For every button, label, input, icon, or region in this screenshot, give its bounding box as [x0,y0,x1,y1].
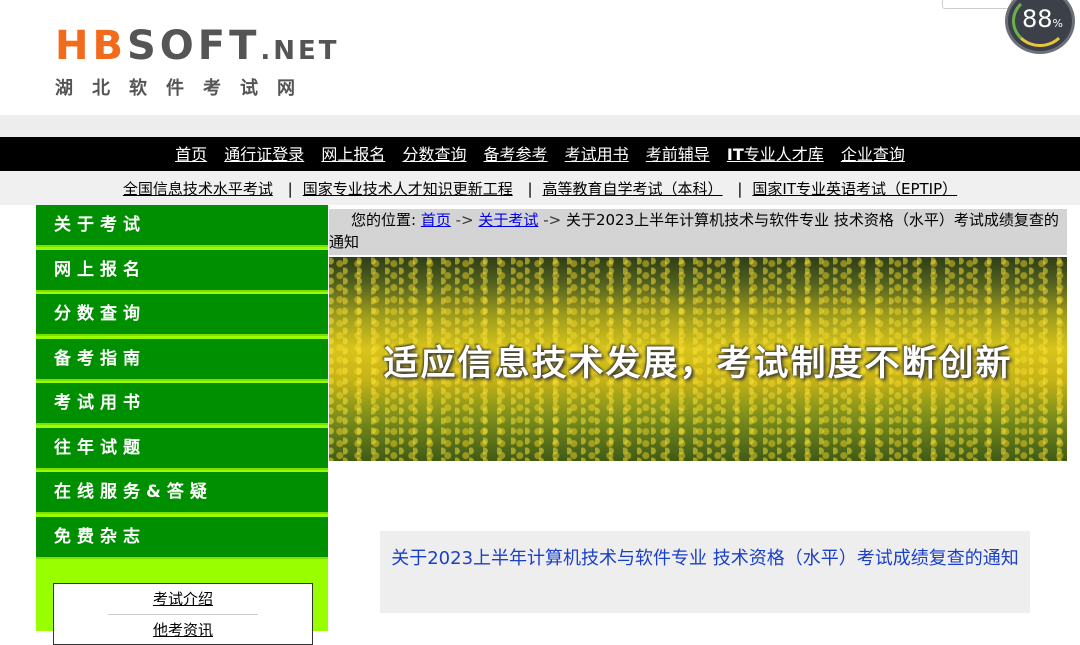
speed-unit: % [1052,17,1063,30]
subnav-separator: | [527,180,533,198]
sidebar-item-guide[interactable]: 备考指南 [36,338,328,381]
subnav-self-study[interactable]: 高等教育自学考试（本科） [543,180,723,198]
nav-login[interactable]: 通行证登录 [224,145,304,164]
nav-register[interactable]: 网上报名 [321,145,385,164]
article-title: 关于2023上半年计算机技术与软件专业 技术资格（水平）考试成绩复查的通知 [380,531,1030,613]
sidebar-item-magazine[interactable]: 免费杂志 [36,516,328,559]
subnav-knowledge-update[interactable]: 国家专业技术人才知识更新工程 [303,180,513,198]
breadcrumb-prefix: 您的位置: [351,211,417,229]
speed-number: 88 [1022,5,1053,33]
sidebar-item-scores[interactable]: 分数查询 [36,294,328,336]
nav-talent-pool-bold: IT [726,145,744,164]
nav-talent-pool[interactable]: IT专业人才库 [727,145,824,164]
sidebar-item-books[interactable]: 考试用书 [36,383,328,425]
site-logo[interactable]: HBSOFT.NET 湖北软件考试网 [55,25,340,100]
sidebar-link-exam-intro[interactable]: 考试介绍 [54,584,312,614]
sidebar-item-past-papers[interactable]: 往年试题 [36,427,328,470]
corner-box [942,0,1012,9]
nav-prep[interactable]: 备考参考 [484,145,548,164]
sidebar: 关于考试 网上报名 分数查询 备考指南 考试用书 往年试题 在线服务&答疑 免费… [36,205,328,645]
logo-subtitle: 湖北软件考试网 [55,78,314,99]
breadcrumb: 您的位置: 首页 -> 关于考试 -> 关于2023上半年计算机技术与软件专业 … [329,209,1067,255]
logo-soft-text: SOFT [126,23,261,69]
sidebar-link-news[interactable]: 他考资讯 [54,615,312,645]
sidebar-item-about[interactable]: 关于考试 [36,205,328,247]
nav-scores[interactable]: 分数查询 [402,145,466,164]
subnav-separator: | [737,180,743,198]
subnav-it-level-exam[interactable]: 全国信息技术水平考试 [123,180,273,198]
sidebar-item-service[interactable]: 在线服务&答疑 [36,472,328,514]
logo-net-text: .NET [260,36,340,66]
subnav-eptip[interactable]: 国家IT专业英语考试（EPTIP） [752,180,957,198]
sub-nav: 全国信息技术水平考试 | 国家专业技术人才知识更新工程 | 高等教育自学考试（本科）… [0,171,1080,205]
subnav-separator: | [287,180,293,198]
nav-home[interactable]: 首页 [175,145,207,164]
sidebar-link-box: 考试介绍 他考资讯 [53,583,313,645]
nav-books[interactable]: 考试用书 [565,145,629,164]
logo-wordmark: HBSOFT.NET [55,25,340,72]
site-header: HBSOFT.NET 湖北软件考试网 [0,0,1080,115]
speed-value: 88% [1022,5,1063,33]
nav-talent-pool-label: 专业人才库 [743,145,824,164]
nav-tutoring[interactable]: 考前辅导 [646,145,710,164]
main-nav: 首页 通行证登录 网上报名 分数查询 备考参考 考试用书 考前辅导 IT专业人才… [0,137,1080,171]
breadcrumb-arrow: -> [543,211,562,229]
header-divider [0,115,1080,137]
banner-slogan: 适应信息技术发展，考试制度不断创新 [383,344,1013,384]
breadcrumb-home-link[interactable]: 首页 [421,211,451,229]
logo-hb-text: HB [55,23,127,69]
sidebar-item-register[interactable]: 网上报名 [36,249,328,292]
nav-company[interactable]: 企业查询 [841,145,905,164]
breadcrumb-section-link[interactable]: 关于考试 [478,211,538,229]
breadcrumb-arrow: -> [455,211,474,229]
banner-image: 适应信息技术发展，考试制度不断创新 [329,257,1067,461]
